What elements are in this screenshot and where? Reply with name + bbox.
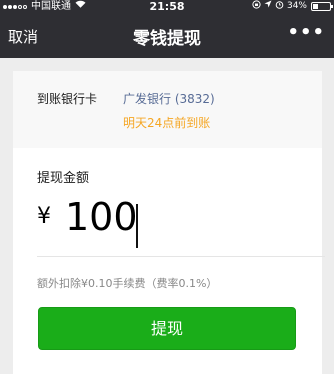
withdraw-card: 到账银行卡 广发银行 (3832) 明天24点前到账 提现金额 ¥ 100 额外… bbox=[13, 71, 325, 374]
battery-fill bbox=[313, 4, 318, 9]
orientation-lock-icon bbox=[252, 0, 261, 14]
currency-symbol: ¥ bbox=[37, 204, 51, 229]
bank-card-selector[interactable]: 广发银行 (3832) bbox=[123, 90, 215, 107]
withdraw-button[interactable]: 提现 bbox=[38, 307, 296, 350]
amount-input[interactable]: 100 bbox=[65, 195, 138, 239]
destination-label: 到账银行卡 bbox=[37, 92, 98, 106]
battery-icon bbox=[311, 2, 333, 11]
battery-percent: 34% bbox=[286, 1, 307, 11]
fee-note: 额外扣除¥0.10手续费（费率0.1%） bbox=[37, 277, 218, 290]
more-options-icon[interactable]: ••• bbox=[287, 22, 325, 43]
text-cursor bbox=[136, 204, 138, 248]
navigation-bar: 取消 零钱提现 ••• bbox=[0, 13, 334, 58]
status-right-indicators: 34% bbox=[252, 0, 333, 14]
status-bar: 中国联通 21:58 34% bbox=[0, 0, 334, 13]
location-icon bbox=[264, 0, 272, 13]
arrival-time-note: 明天24点前到账 bbox=[123, 116, 211, 130]
alarm-icon bbox=[275, 0, 284, 14]
amount-label: 提现金额 bbox=[37, 171, 90, 186]
page-title: 零钱提现 bbox=[133, 29, 201, 49]
divider bbox=[37, 256, 325, 257]
destination-section[interactable]: 到账银行卡 广发银行 (3832) 明天24点前到账 bbox=[13, 71, 322, 148]
